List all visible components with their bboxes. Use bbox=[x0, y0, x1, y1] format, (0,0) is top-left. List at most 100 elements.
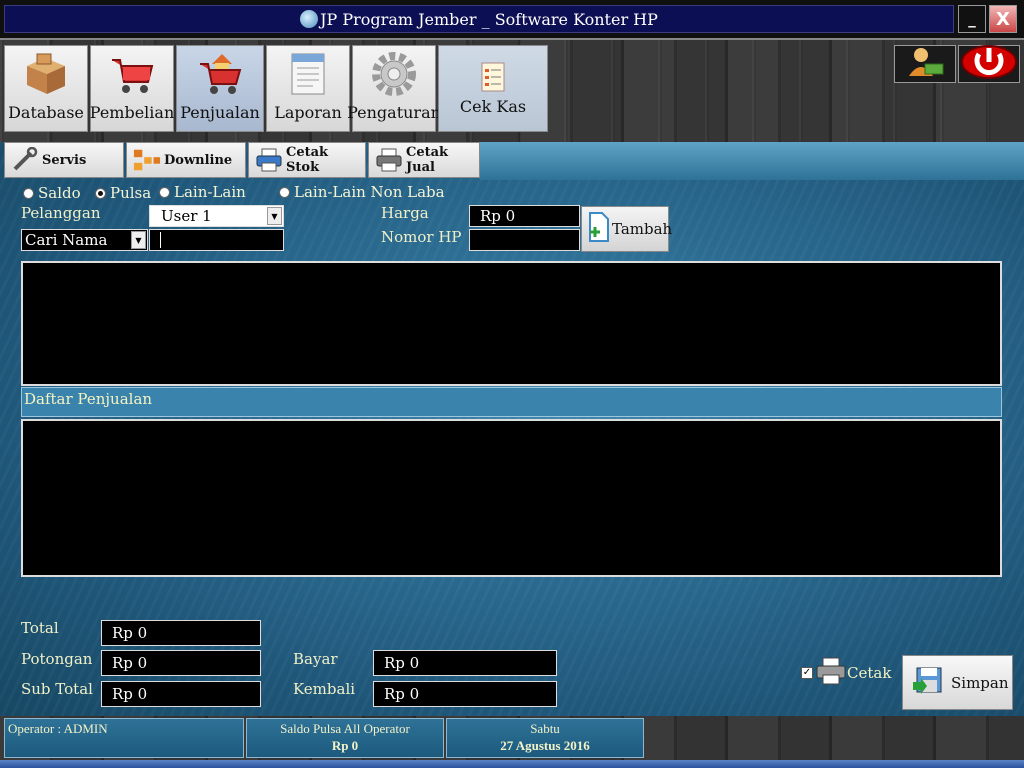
bayar-field[interactable]: Rp 0 bbox=[373, 650, 557, 676]
user-select[interactable]: User 1 ▼ bbox=[149, 205, 284, 227]
nav-laporan-label: Laporan bbox=[274, 103, 342, 122]
nomor-hp-field[interactable] bbox=[469, 229, 580, 251]
cetak-checkbox[interactable]: ✓ bbox=[801, 667, 813, 679]
sales-list-grid[interactable] bbox=[21, 419, 1002, 577]
nav-laporan[interactable]: Laporan bbox=[266, 45, 350, 132]
radio-pulsa-label: Pulsa bbox=[110, 184, 152, 202]
radio-saldo[interactable]: Saldo bbox=[23, 184, 81, 202]
text-cursor bbox=[160, 232, 161, 248]
cetak-label: Cetak bbox=[847, 664, 892, 682]
power-icon bbox=[960, 44, 1018, 84]
saldo-label: Saldo Pulsa All Operator bbox=[280, 721, 410, 736]
tab-servis-label: Servis bbox=[42, 152, 87, 168]
sub-tabs: Servis Downline Cetak Stok Cetak Jual bbox=[4, 142, 480, 180]
nav-pembelian[interactable]: Pembelian bbox=[90, 45, 174, 132]
tab-cetak-jual[interactable]: Cetak Jual bbox=[368, 142, 480, 178]
tambah-button[interactable]: Tambah bbox=[581, 206, 673, 252]
radio-pulsa[interactable]: Pulsa bbox=[95, 184, 151, 202]
status-date: Sabtu 27 Agustus 2016 bbox=[446, 718, 644, 758]
window-title: JP Program Jember _ Software Konter HP bbox=[4, 5, 954, 33]
radio-non-laba-label: Lain-Lain Non Laba bbox=[294, 183, 445, 201]
subtotal-field[interactable]: Rp 0 bbox=[101, 681, 261, 707]
radio-saldo-dot[interactable] bbox=[23, 187, 34, 199]
add-file-icon bbox=[586, 210, 612, 248]
nav-cek-kas[interactable]: Cek Kas bbox=[438, 45, 548, 132]
chevron-down-icon[interactable]: ▼ bbox=[267, 207, 282, 225]
nav-pengaturan-label: Pengaturan bbox=[347, 103, 441, 122]
search-mode-value: Cari Nama bbox=[25, 231, 108, 249]
input-grid[interactable] bbox=[21, 261, 1002, 386]
radio-saldo-label: Saldo bbox=[38, 184, 81, 202]
wrench-icon bbox=[11, 147, 39, 173]
checklist-icon bbox=[479, 61, 507, 93]
cetak-option[interactable]: ✓ Cetak bbox=[801, 656, 891, 690]
radio-pulsa-dot[interactable] bbox=[95, 187, 106, 199]
harga-label: Harga bbox=[381, 204, 429, 222]
user-money-icon bbox=[905, 46, 945, 82]
tab-cetak-stok[interactable]: Cetak Stok bbox=[248, 142, 366, 178]
tab-cetak-jual-label: Cetak Jual bbox=[406, 145, 449, 175]
bayar-label: Bayar bbox=[293, 650, 338, 668]
harga-field[interactable]: Rp 0 bbox=[469, 205, 580, 227]
radio-lain-lain-label: Lain-Lain bbox=[174, 183, 246, 201]
search-mode-select[interactable]: Cari Nama ▼ bbox=[21, 229, 148, 251]
cart-icon bbox=[108, 51, 156, 97]
total-field[interactable]: Rp 0 bbox=[101, 620, 261, 646]
subtotal-label: Sub Total bbox=[21, 680, 93, 698]
window-title-text: JP Program Jember _ Software Konter HP bbox=[320, 9, 658, 29]
nav-pembelian-label: Pembelian bbox=[89, 103, 175, 122]
user-select-value: User 1 bbox=[161, 207, 212, 225]
printer-icon bbox=[375, 147, 403, 173]
day-text: Sabtu bbox=[530, 721, 560, 736]
network-icon bbox=[133, 147, 161, 173]
app-icon bbox=[300, 10, 319, 28]
radio-lain-lain-non-laba[interactable]: Lain-Lain Non Laba bbox=[279, 183, 445, 201]
potongan-label: Potongan bbox=[21, 650, 93, 668]
boxes-icon bbox=[22, 51, 70, 97]
date-text: 27 Agustus 2016 bbox=[500, 738, 590, 753]
daftar-penjualan-header: Daftar Penjualan bbox=[21, 387, 1002, 417]
power-button[interactable] bbox=[958, 45, 1020, 83]
document-icon bbox=[284, 51, 332, 97]
radio-non-laba-dot[interactable] bbox=[279, 186, 290, 198]
nav-database-label: Database bbox=[8, 103, 84, 122]
tab-servis[interactable]: Servis bbox=[4, 142, 124, 178]
nav-pengaturan[interactable]: Pengaturan bbox=[347, 45, 441, 132]
title-bar: JP Program Jember _ Software Konter HP _… bbox=[0, 0, 1024, 38]
printer-icon bbox=[255, 147, 283, 173]
radio-lain-lain-dot[interactable] bbox=[159, 186, 170, 198]
pelanggan-label: Pelanggan bbox=[21, 204, 101, 222]
tab-cetak-stok-label: Cetak Stok bbox=[286, 145, 329, 175]
kembali-label: Kembali bbox=[293, 680, 356, 698]
chevron-down-icon[interactable]: ▼ bbox=[131, 231, 146, 249]
simpan-button[interactable]: Simpan bbox=[902, 655, 1013, 710]
status-operator: Operator : ADMIN bbox=[4, 718, 244, 758]
printer-icon bbox=[815, 656, 847, 690]
simpan-label: Simpan bbox=[951, 673, 1009, 692]
operator-text: Operator : ADMIN bbox=[8, 721, 108, 736]
saldo-value: Rp 0 bbox=[331, 738, 359, 753]
minimize-button[interactable]: _ bbox=[958, 5, 986, 33]
nomor-hp-label: Nomor HP bbox=[381, 228, 462, 246]
tab-downline[interactable]: Downline bbox=[126, 142, 246, 178]
close-button[interactable]: X bbox=[989, 5, 1017, 33]
gear-icon bbox=[370, 51, 418, 97]
nav-database[interactable]: Database bbox=[4, 45, 88, 132]
kembali-field[interactable]: Rp 0 bbox=[373, 681, 557, 707]
nav-penjualan[interactable]: Penjualan bbox=[176, 45, 264, 132]
save-disk-icon bbox=[911, 664, 945, 702]
potongan-field[interactable]: Rp 0 bbox=[101, 650, 261, 676]
cart-house-icon bbox=[196, 51, 244, 97]
taskbar bbox=[0, 760, 1024, 768]
status-saldo: Saldo Pulsa All Operator Rp 0 bbox=[246, 718, 444, 758]
user-money-button[interactable] bbox=[894, 45, 956, 83]
total-label: Total bbox=[21, 619, 59, 637]
main-nav: Database Pembelian Penjualan Laporan Pen… bbox=[4, 45, 548, 132]
radio-lain-lain[interactable]: Lain-Lain bbox=[159, 183, 246, 201]
tambah-label: Tambah bbox=[612, 220, 673, 238]
nav-cek-kas-label: Cek Kas bbox=[459, 97, 527, 116]
tab-strip bbox=[480, 142, 1024, 180]
search-input[interactable] bbox=[149, 229, 284, 251]
tab-downline-label: Downline bbox=[164, 152, 233, 168]
nav-penjualan-label: Penjualan bbox=[180, 103, 260, 122]
